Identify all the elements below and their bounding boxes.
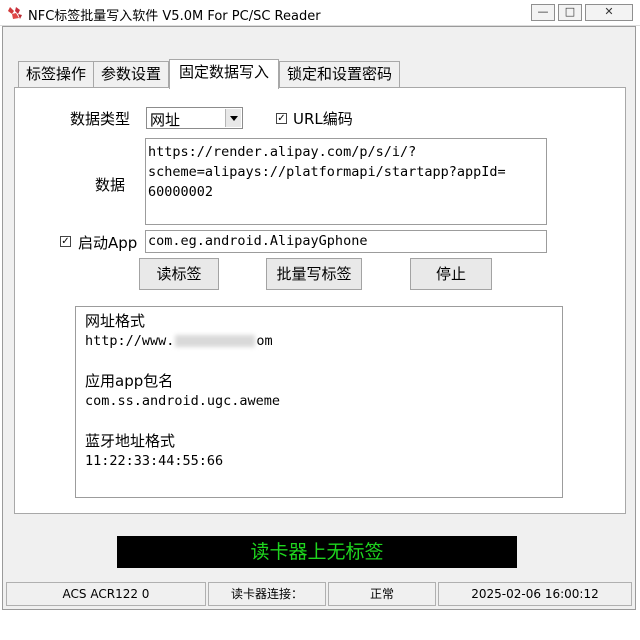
tab-lock-password[interactable]: 锁定和设置密码 [279,61,400,87]
status-connection-label: 读卡器连接： [208,582,326,606]
data-type-value: 网址 [150,111,181,129]
launch-app-label: 启动App [78,234,138,252]
batch-write-button[interactable]: 批量写标签 [266,258,362,290]
status-connection-state: 正常 [328,582,436,606]
output-line: 应用app包名 [85,372,174,390]
stop-button[interactable]: 停止 [410,258,492,290]
launch-app-checkbox[interactable]: ✓ [60,236,71,247]
url-encode-label: URL编码 [293,110,353,128]
tab-parameter-settings[interactable]: 参数设置 [93,61,169,87]
title-bar: NFC标签批量写入软件 V5.0M For PC/SC Reader — □ ✕ [0,0,640,26]
launch-app-input[interactable]: com.eg.android.AlipayGphone [145,230,547,253]
checkmark-icon: ✓ [61,236,70,247]
reader-status-display: 读卡器上无标签 [117,536,517,568]
checkmark-icon: ✓ [277,113,286,124]
output-line: http://www. om [85,331,553,351]
minimize-button[interactable]: — [531,4,555,21]
url-prefix: http://www. [85,333,175,349]
output-line: 蓝牙地址格式 [85,432,176,450]
data-textarea[interactable]: https://render.alipay.com/p/s/i/? scheme… [145,138,547,225]
maximize-button[interactable]: □ [558,4,582,21]
output-line: 网址格式 [85,312,146,330]
status-reader-name: ACS ACR122 0 [6,582,206,606]
close-icon: ✕ [604,5,614,18]
window-title: NFC标签批量写入软件 V5.0M For PC/SC Reader [28,9,321,24]
data-type-label: 数据类型 [70,110,131,128]
chevron-down-icon[interactable] [225,109,241,127]
output-line: 11:22:33:44:55:66 [85,453,224,469]
data-label: 数据 [95,176,126,194]
status-datetime: 2025-02-06 16:00:12 [438,582,632,606]
data-type-select[interactable]: 网址 [146,107,243,129]
read-tag-button[interactable]: 读标签 [139,258,219,290]
output-textarea[interactable]: 网址格式 http://www. om 应用app包名 com.ss.androi… [75,306,563,498]
status-bar: ACS ACR122 0 读卡器连接： 正常 2025-02-06 16:00:… [6,582,632,606]
tab-fixed-data-write[interactable]: 固定数据写入 [169,59,279,89]
app-logo-icon [8,7,22,19]
tab-tag-operation[interactable]: 标签操作 [18,61,94,87]
close-button[interactable]: ✕ [585,4,633,21]
url-suffix: om [256,333,273,349]
maximize-icon: □ [564,5,576,18]
redacted-text [175,335,256,347]
url-encode-checkbox[interactable]: ✓ [276,113,287,124]
output-line: com.ss.android.ugc.aweme [85,393,281,409]
minimize-icon: — [537,5,549,18]
